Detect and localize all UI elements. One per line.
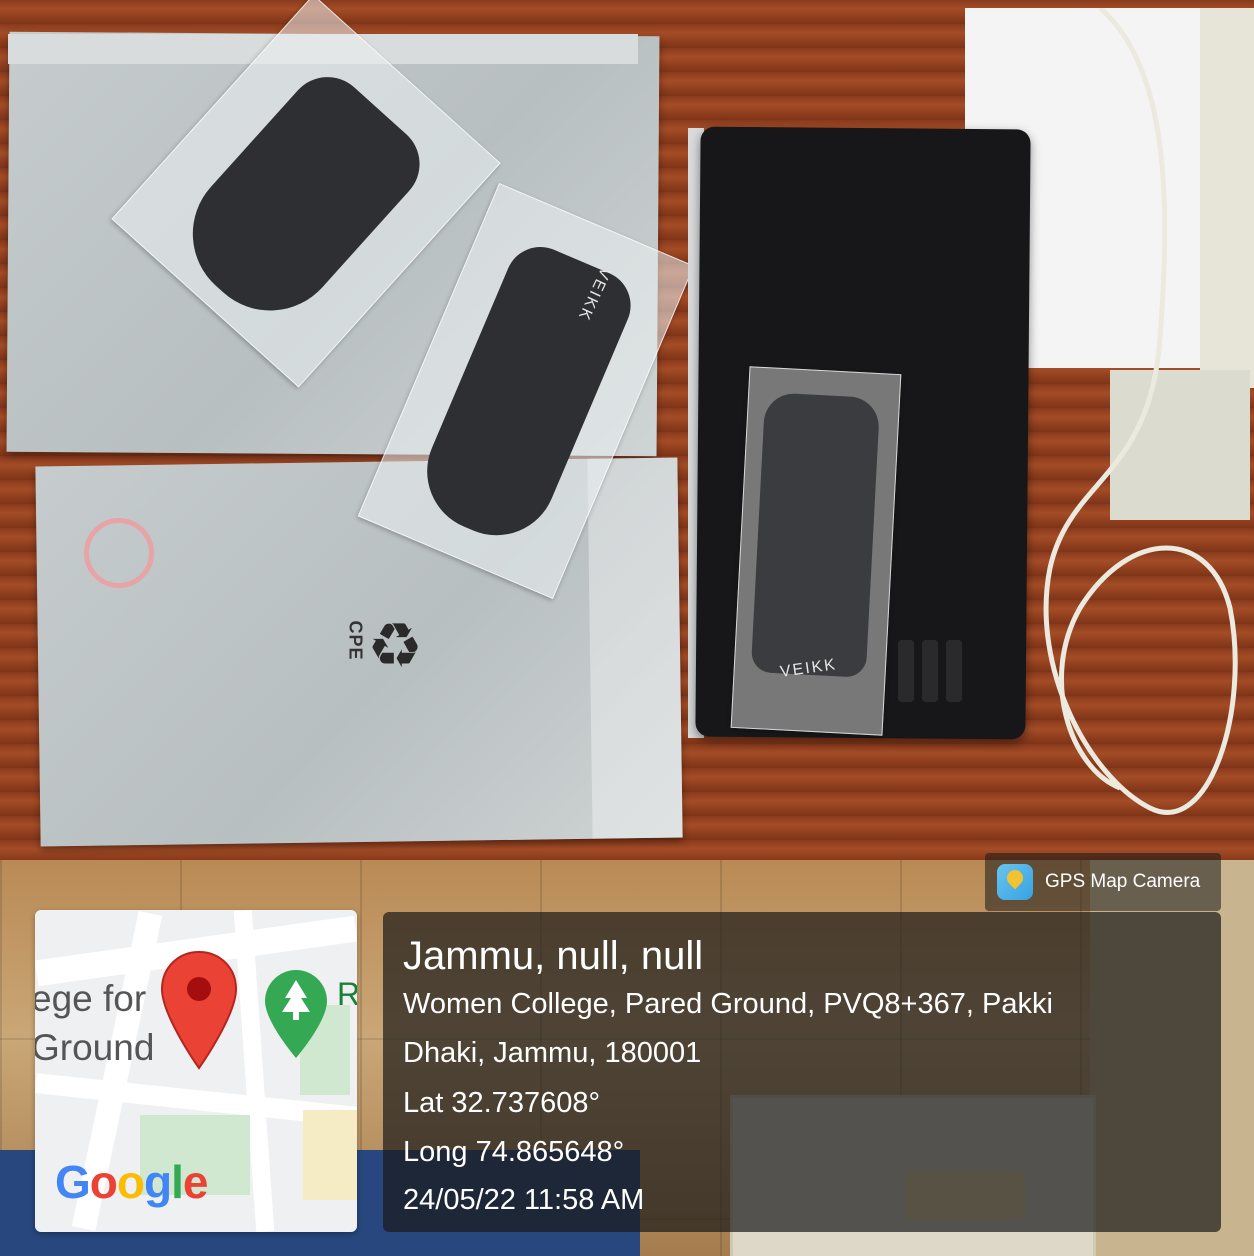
google-logo: Google	[55, 1155, 209, 1209]
gps-pin-icon	[1003, 866, 1027, 890]
google-logo-letter: o	[89, 1156, 118, 1208]
timestamp: 24/05/22 11:58 AM	[403, 1184, 645, 1216]
gps-app-name: GPS Map Camera	[1045, 871, 1201, 892]
google-logo-letter: l	[171, 1156, 184, 1208]
google-logo-letter: g	[144, 1156, 172, 1208]
google-logo-letter: G	[55, 1156, 91, 1208]
map-pin-icon	[160, 950, 238, 1070]
park-tree-icon	[265, 970, 327, 1058]
location-title: Jammu, null, null	[403, 934, 704, 978]
gps-map-camera-badge: GPS Map Camera	[985, 853, 1221, 911]
tablet-button	[946, 640, 962, 702]
map-thumbnail: ege for Ground R Google	[35, 910, 357, 1232]
tablet-button	[898, 640, 914, 702]
longitude: Long 74.865648°	[403, 1136, 625, 1168]
recycle-icon: ♻	[367, 612, 423, 681]
latitude: Lat 32.737608°	[403, 1087, 601, 1119]
gps-map-camera-icon	[997, 864, 1033, 900]
google-logo-letter: o	[116, 1156, 145, 1208]
map-place-label-1: ege for	[35, 978, 147, 1019]
map-place-label-right: R	[337, 976, 357, 1012]
address-line-1: Women College, Pared Ground, PVQ8+367, P…	[403, 988, 1053, 1020]
tablet-button	[922, 640, 938, 702]
google-logo-letter: e	[182, 1156, 209, 1208]
box-tape-strip	[587, 457, 683, 839]
photo-scene: ♻ CPE VEIKK VEIKK GPS Map Camera ege for…	[0, 0, 1254, 1256]
map-place-label-2: Ground	[35, 1027, 155, 1068]
drawing-glove-3	[750, 392, 881, 678]
cable	[1043, 8, 1238, 815]
box-cpe-label: CPE	[345, 620, 366, 661]
address-line-2: Dhaki, Jammu, 180001	[403, 1037, 702, 1069]
pink-circle-mark	[84, 518, 154, 588]
map-area	[303, 1110, 357, 1200]
location-info-card: Jammu, null, null Women College, Pared G…	[383, 912, 1221, 1232]
